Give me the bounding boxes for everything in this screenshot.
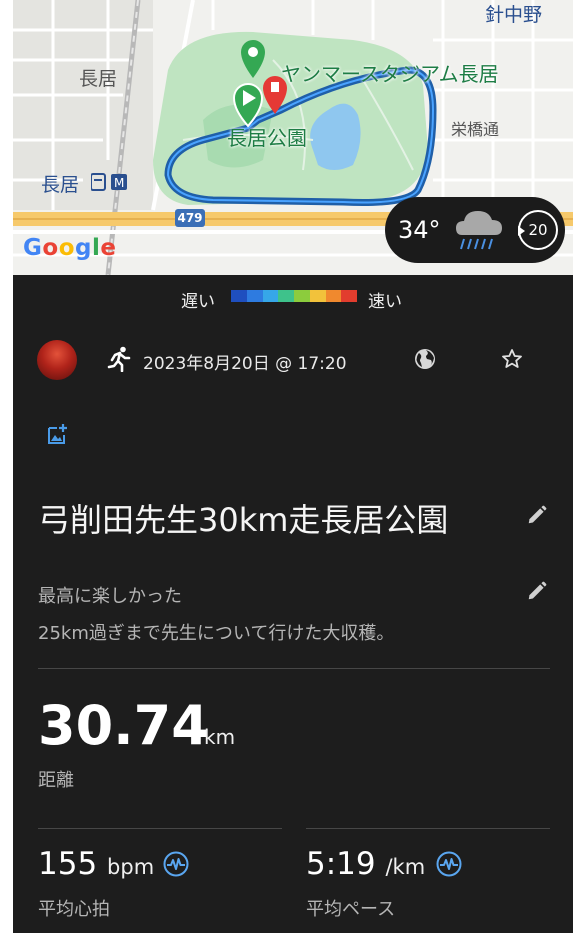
heart-rate-stat: 155 bpm xyxy=(38,846,154,882)
heart-rate-unit: bpm xyxy=(107,855,155,879)
map-label-nagai-station: 長居 xyxy=(41,174,80,196)
pace-chart-icon[interactable] xyxy=(436,851,462,877)
speed-color-swatch xyxy=(278,290,294,302)
rain-cloud-icon xyxy=(456,211,502,250)
favorite-star-icon[interactable] xyxy=(500,347,524,371)
svg-text:M: M xyxy=(114,176,124,190)
right-frame xyxy=(573,0,586,933)
distance-label: 距離 xyxy=(38,770,74,791)
heart-rate-value: 155 xyxy=(38,846,98,882)
speed-color-swatch xyxy=(341,290,357,302)
globe-icon[interactable] xyxy=(413,347,437,371)
speed-color-bar xyxy=(231,290,357,302)
running-icon xyxy=(107,346,131,372)
map-label-park: 長居公園 xyxy=(227,126,307,150)
heart-rate-chart-icon[interactable] xyxy=(163,851,189,877)
divider xyxy=(306,828,550,829)
activity-description-line1: 最高に楽しかった xyxy=(38,586,182,607)
speed-legend: 遅い 速い xyxy=(13,275,573,320)
speed-color-swatch xyxy=(294,290,310,302)
weather-temperature: 34° xyxy=(398,216,441,244)
pace-value: 5:19 xyxy=(306,846,376,882)
station-icon: M xyxy=(91,173,127,191)
speed-color-swatch xyxy=(262,290,279,302)
timer-badge: 20 xyxy=(518,210,558,250)
distance-unit: km xyxy=(204,725,236,749)
distance-value: 30.74 xyxy=(38,694,209,757)
google-logo: Google xyxy=(23,235,117,261)
map-label-harinakano: 針中野 xyxy=(485,4,543,26)
pace-unit: /km xyxy=(385,855,426,879)
pace-stat: 5:19 /km xyxy=(306,846,425,882)
divider xyxy=(38,828,282,829)
map-label-stadium: ヤンマースタジアム長居 xyxy=(281,62,499,86)
add-photo-icon[interactable] xyxy=(45,422,69,446)
speed-color-swatch xyxy=(325,290,342,302)
heart-rate-label: 平均心拍 xyxy=(38,899,110,920)
speed-color-swatch xyxy=(309,290,326,302)
timer-arrow-icon xyxy=(518,226,525,236)
activity-title: 弓削田先生30km走長居公園 xyxy=(38,501,449,539)
activity-date: 2023年8月20日 @ 17:20 xyxy=(143,354,347,374)
edit-description-pencil-icon[interactable] xyxy=(526,580,548,602)
map-label-nagai-area: 長居 xyxy=(79,68,118,90)
speed-color-swatch xyxy=(231,290,247,302)
left-frame xyxy=(0,0,13,933)
route-map[interactable]: 針中野 長居 長居 M 栄橋通 ヤンマースタジアム長居 長居公園 479 Goo… xyxy=(13,0,573,275)
weather-badge: 34° 20 xyxy=(385,197,565,263)
speed-legend-fast: 速い xyxy=(368,292,402,312)
map-label-sakaehashi: 栄橋通 xyxy=(451,120,500,139)
timer-value: 20 xyxy=(528,221,548,239)
pace-label: 平均ペース xyxy=(306,899,396,920)
speed-color-swatch xyxy=(246,290,263,302)
avatar[interactable] xyxy=(37,340,77,380)
edit-title-pencil-icon[interactable] xyxy=(526,504,548,526)
route-number-shield: 479 xyxy=(175,209,205,227)
activity-description-line2: 25km過ぎまで先生について行けた大収穫。 xyxy=(38,623,395,644)
speed-legend-slow: 遅い xyxy=(181,292,215,312)
divider xyxy=(38,668,550,669)
